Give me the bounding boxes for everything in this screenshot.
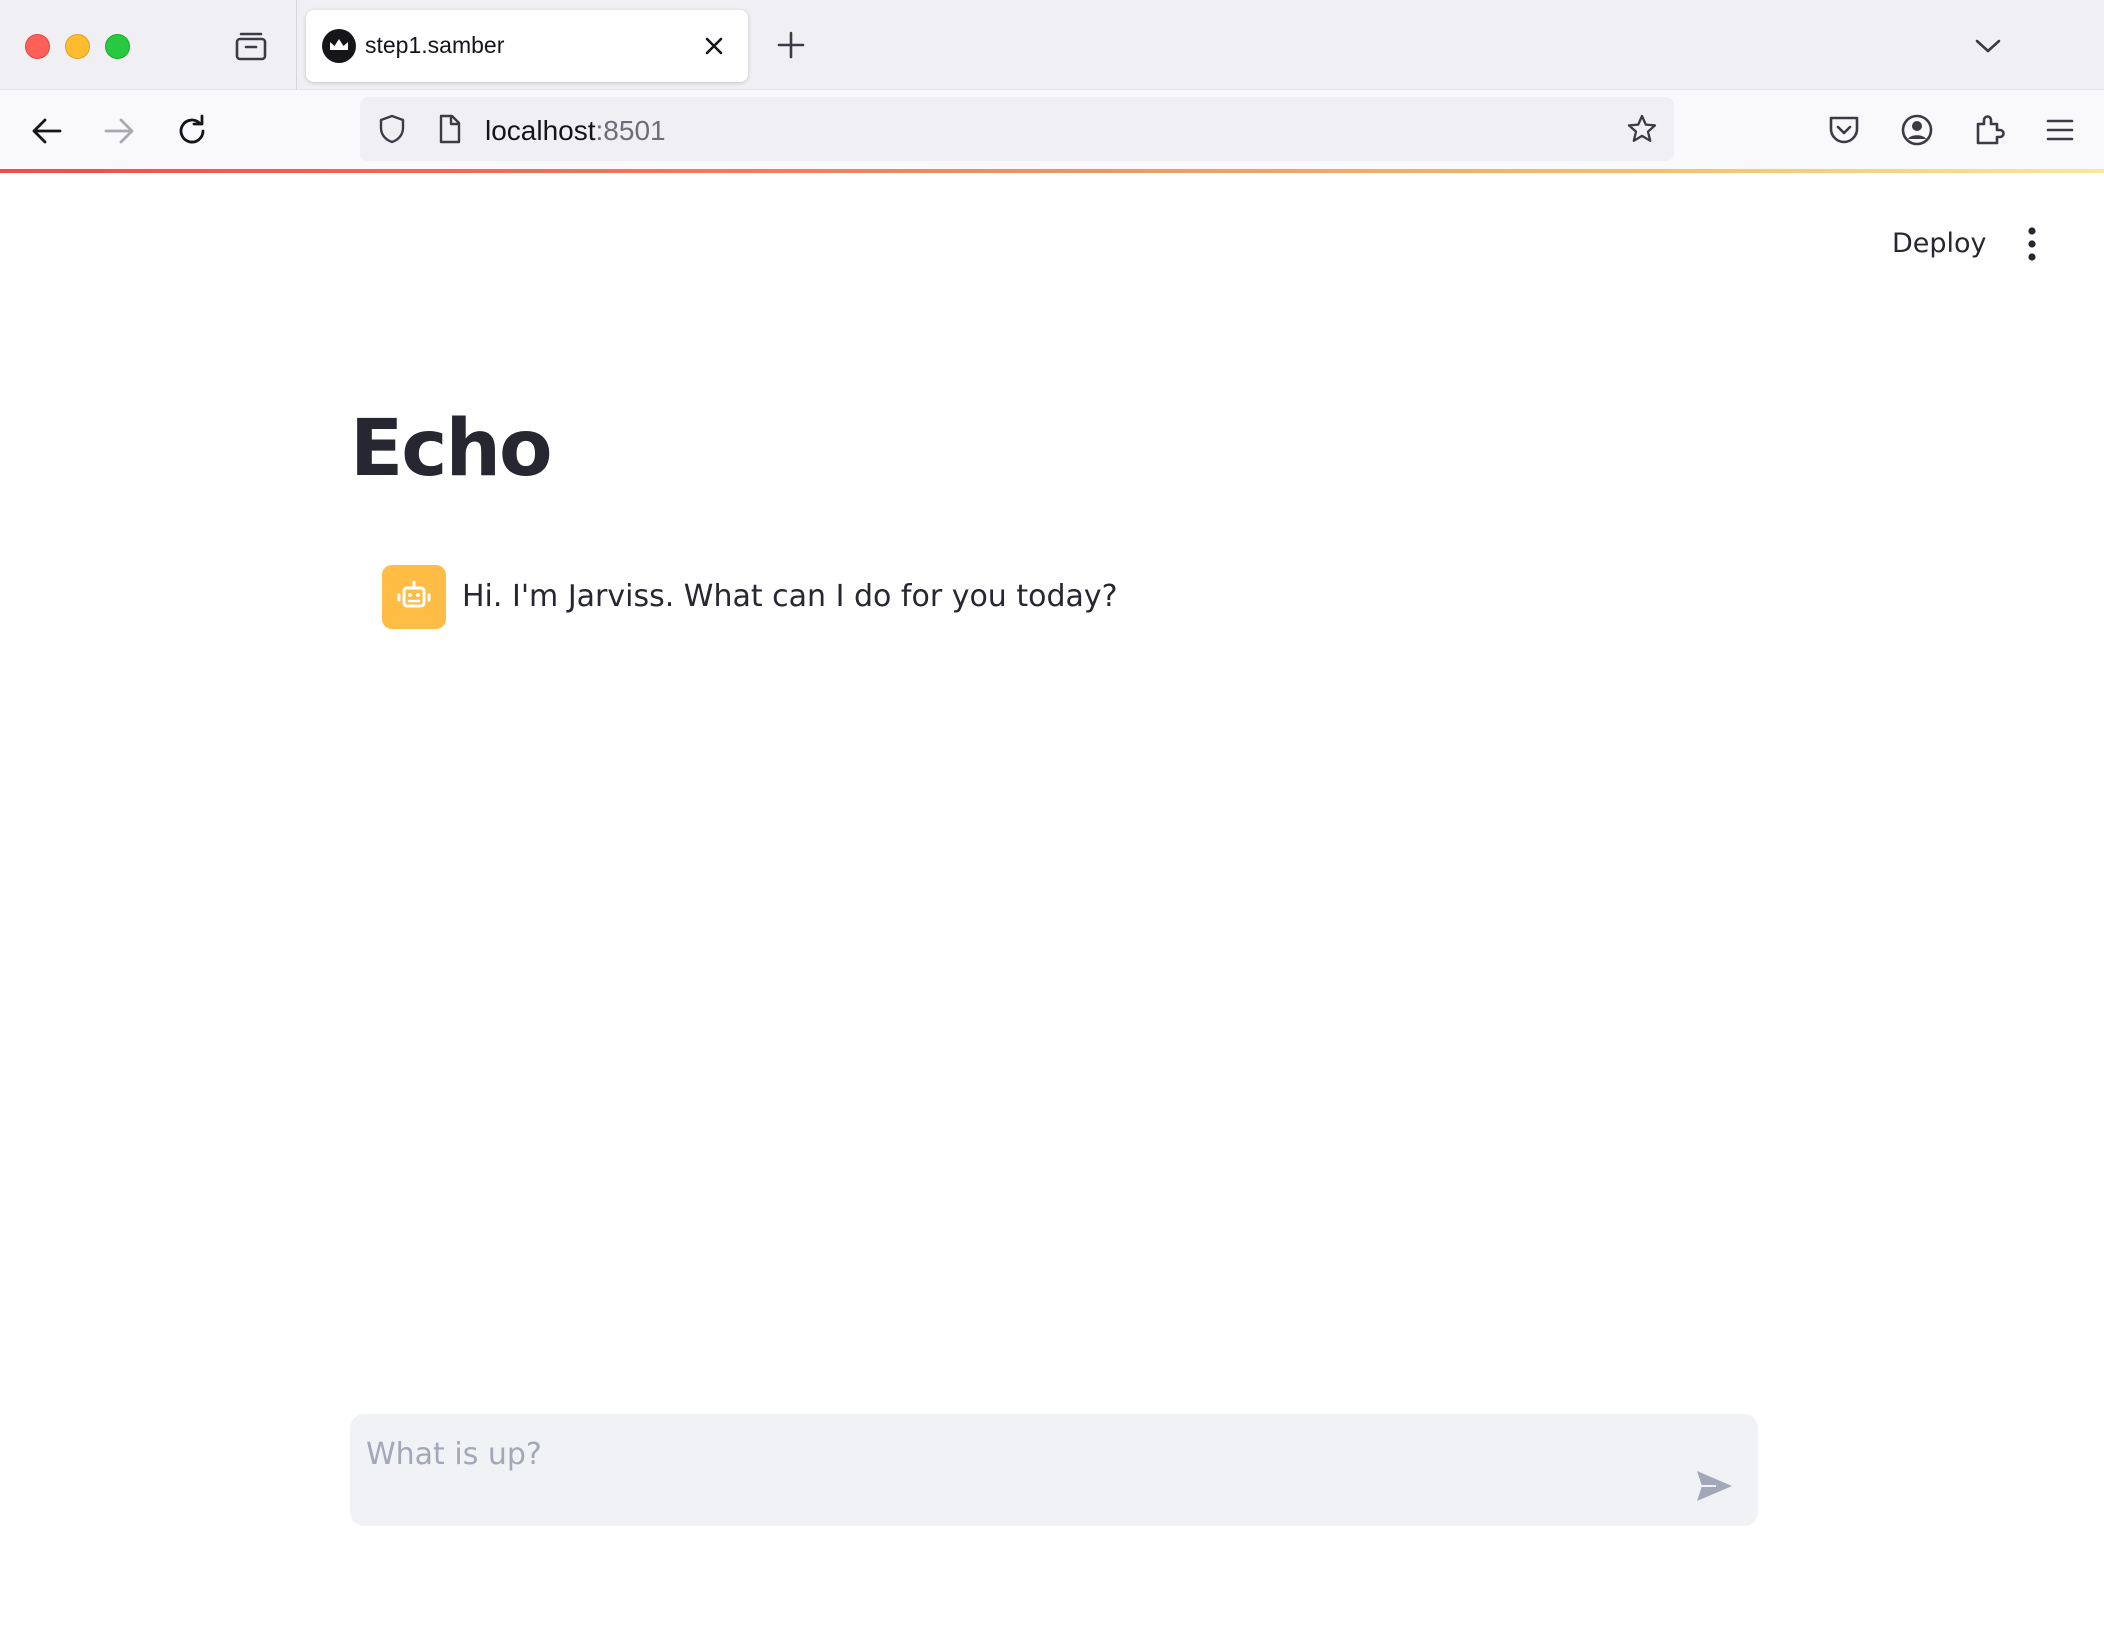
url-host: localhost <box>485 115 596 146</box>
tab-title: step1.samber <box>365 32 505 58</box>
chat-input[interactable] <box>366 1432 1666 1476</box>
browser-nav-bar: localhost:8501 <box>0 90 2104 171</box>
window-minimize-button[interactable] <box>65 34 90 59</box>
tab-separator <box>296 0 297 90</box>
avatar <box>382 565 446 629</box>
tab-close-icon[interactable] <box>702 34 726 58</box>
list-all-tabs-chevron-icon[interactable] <box>1972 30 2004 62</box>
shield-icon[interactable] <box>376 113 408 145</box>
url-port: :8501 <box>595 115 666 146</box>
pocket-icon[interactable] <box>1824 110 1864 150</box>
chat-input-container[interactable] <box>350 1414 1758 1526</box>
streamlit-crown-icon <box>322 29 356 63</box>
chat-message-assistant: Hi. I'm Jarviss. What can I do for you t… <box>382 565 1762 629</box>
send-icon[interactable] <box>1692 1464 1736 1508</box>
page-load-progress-bar <box>0 169 2104 173</box>
main-menu-kebab-icon[interactable] <box>2016 222 2048 266</box>
back-arrow-icon[interactable] <box>28 112 66 150</box>
url-text[interactable]: localhost:8501 <box>485 115 666 147</box>
window-zoom-button[interactable] <box>105 34 130 59</box>
browser-tab-active[interactable]: step1.samber <box>306 10 748 82</box>
browser-tab-bar: step1.samber <box>0 0 2104 90</box>
chat-message-text: Hi. I'm Jarviss. What can I do for you t… <box>462 579 1118 614</box>
window-close-button[interactable] <box>25 34 50 59</box>
tab-manager-icon[interactable] <box>232 28 270 66</box>
bookmark-star-icon[interactable] <box>1626 113 1658 145</box>
robot-icon <box>397 580 431 608</box>
url-bar[interactable]: localhost:8501 <box>360 97 1674 161</box>
extensions-puzzle-icon[interactable] <box>1969 110 2009 150</box>
page-info-icon[interactable] <box>433 113 465 145</box>
reload-icon[interactable] <box>173 112 211 150</box>
deploy-button[interactable]: Deploy <box>1878 222 2001 266</box>
new-tab-plus-icon[interactable] <box>775 29 807 61</box>
app-menu-hamburger-icon[interactable] <box>2040 110 2080 150</box>
account-icon[interactable] <box>1897 110 1937 150</box>
page-title: Echo <box>350 404 553 494</box>
forward-arrow-icon[interactable] <box>100 112 138 150</box>
